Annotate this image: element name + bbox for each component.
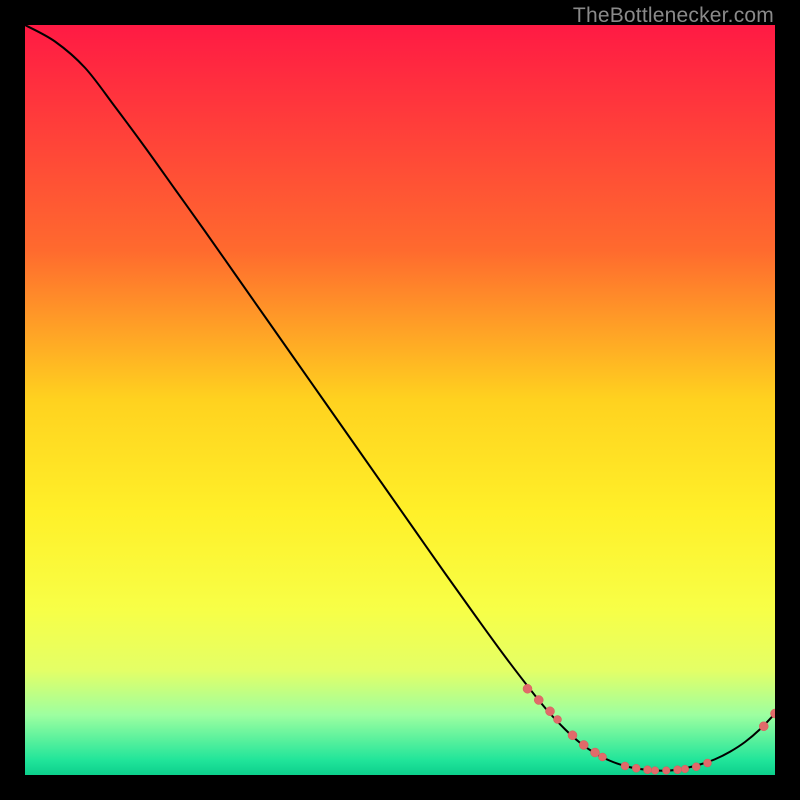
data-marker <box>554 716 562 724</box>
data-marker <box>644 766 652 774</box>
bottleneck-curve <box>25 25 775 771</box>
data-marker <box>546 707 555 716</box>
data-marker <box>599 753 607 761</box>
data-marker <box>759 722 768 731</box>
curve-layer <box>25 25 775 775</box>
data-marker <box>651 767 659 775</box>
data-marker <box>692 763 700 771</box>
data-marker <box>704 759 712 767</box>
data-marker <box>621 762 629 770</box>
data-marker <box>523 684 532 693</box>
data-marker <box>681 765 689 773</box>
data-marker <box>591 748 600 757</box>
data-markers <box>523 684 775 774</box>
watermark-text: TheBottlenecker.com <box>573 4 774 28</box>
data-marker <box>534 696 543 705</box>
data-marker <box>568 731 577 740</box>
data-marker <box>632 764 640 772</box>
data-marker <box>674 766 682 774</box>
plot-area <box>25 25 775 775</box>
data-marker <box>579 741 588 750</box>
chart-stage: TheBottlenecker.com <box>0 0 800 800</box>
data-marker <box>662 767 670 775</box>
